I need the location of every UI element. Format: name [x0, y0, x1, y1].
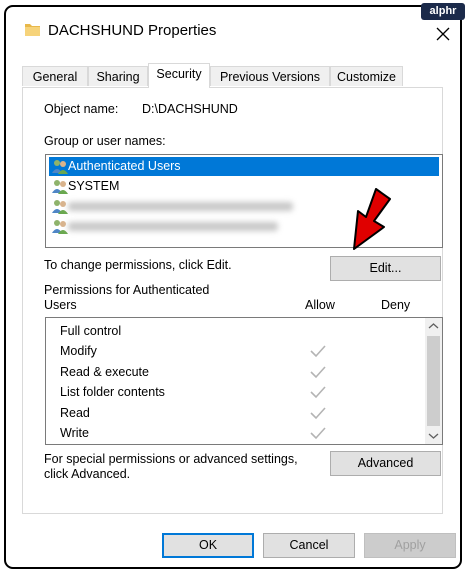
advanced-text-line2: click Advanced. [44, 467, 131, 481]
folder-icon [25, 24, 40, 36]
users-icon [52, 160, 68, 174]
apply-button[interactable]: Apply [364, 533, 456, 558]
window-title: DACHSHUND Properties [48, 22, 217, 39]
tab-customize[interactable]: Customize [330, 66, 403, 86]
red-arrow-annotation [353, 188, 391, 250]
permissions-label-line1: Permissions for Authenticated [44, 283, 210, 297]
permission-row-write: Write [60, 426, 89, 440]
users-icon [52, 200, 68, 214]
chevron-down-icon[interactable] [425, 427, 442, 444]
security-panel: Object name: D:\DACHSHUND Group or user … [22, 87, 443, 514]
permission-row-read: Read [60, 406, 90, 420]
scrollbar-thumb[interactable] [427, 336, 440, 426]
user-name: Authenticated Users [68, 159, 181, 173]
permission-row-list-folder: List folder contents [60, 385, 165, 399]
edit-button[interactable]: Edit... [330, 256, 441, 281]
close-icon[interactable] [432, 23, 454, 45]
chevron-up-icon[interactable] [425, 318, 442, 335]
permissions-scrollbar[interactable] [425, 318, 442, 444]
allow-header: Allow [305, 298, 335, 312]
permissions-label-line2: Users [44, 298, 77, 312]
tab-previous-versions[interactable]: Previous Versions [210, 66, 330, 86]
list-item-authenticated-users[interactable]: Authenticated Users [49, 157, 439, 176]
allow-check-icon [310, 427, 326, 440]
group-users-label: Group or user names: [44, 134, 166, 148]
permission-row-modify: Modify [60, 344, 97, 358]
permission-row-read-execute: Read & execute [60, 365, 149, 379]
deny-header: Deny [381, 298, 411, 312]
tab-general[interactable]: General [22, 66, 88, 86]
allow-check-icon [310, 407, 326, 420]
allow-check-icon [310, 345, 326, 358]
object-name-value: D:\DACHSHUND [142, 102, 238, 116]
redacted-text [68, 222, 278, 231]
permission-row-full-control: Full control [60, 324, 122, 338]
users-icon [52, 220, 68, 234]
users-icon [52, 180, 68, 194]
title-bar: DACHSHUND Properties [6, 7, 460, 53]
allow-check-icon [310, 386, 326, 399]
tab-security[interactable]: Security [148, 63, 210, 88]
advanced-text-line1: For special permissions or advanced sett… [44, 452, 298, 466]
ok-button[interactable]: OK [162, 533, 254, 558]
tab-sharing[interactable]: Sharing [88, 66, 148, 86]
change-permissions-text: To change permissions, click Edit. [44, 258, 232, 272]
properties-window: DACHSHUND Properties General Sharing Sec… [4, 5, 462, 569]
advanced-button[interactable]: Advanced [330, 451, 441, 476]
alphr-logo: alphr [421, 3, 465, 20]
object-name-label: Object name: [44, 102, 119, 116]
user-name: SYSTEM [68, 179, 120, 193]
cancel-button[interactable]: Cancel [263, 533, 355, 558]
redacted-text [68, 202, 293, 211]
permissions-list: Full control Modify Read & execute List … [45, 317, 443, 445]
allow-check-icon [310, 366, 326, 379]
